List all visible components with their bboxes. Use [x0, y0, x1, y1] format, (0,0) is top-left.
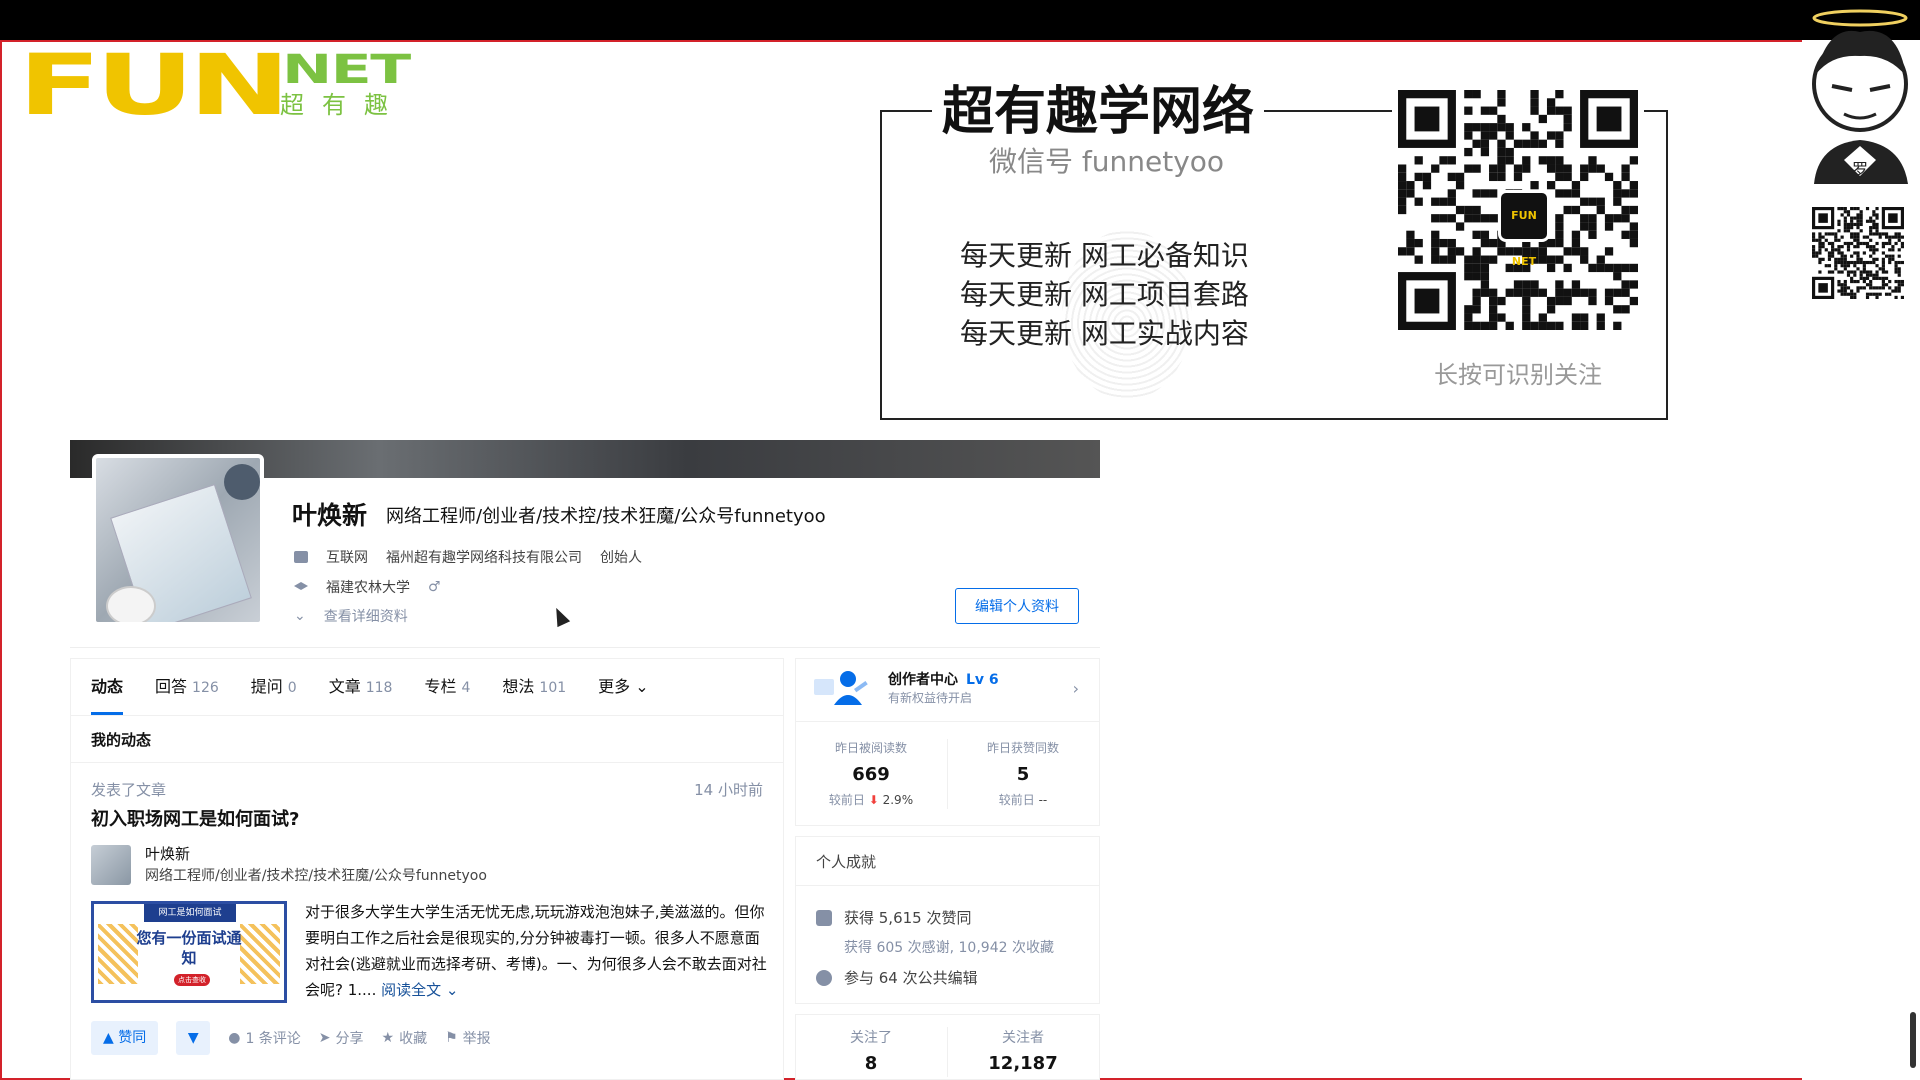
banner-title: 超有趣学网络 — [932, 76, 1265, 148]
author-avatar[interactable] — [91, 845, 131, 885]
section-title: 我的动态 — [91, 731, 152, 749]
reads-value: 669 — [852, 764, 890, 785]
thumb-ribbon: 网工是如何面试 — [144, 904, 236, 922]
banner-hint: 长按可识别关注 — [1434, 361, 1602, 389]
share-icon: ➤ — [318, 1030, 331, 1046]
tab-more[interactable]: 更多 ⌄ — [598, 659, 649, 715]
thumb-headline: 您有一份面试通知 — [136, 929, 242, 967]
logo-fun-text: FUN — [18, 36, 290, 134]
profile-school: 福建农林大学 — [326, 580, 410, 596]
share-button[interactable]: ➤ 分享 — [319, 1028, 364, 1048]
edit-profile-button[interactable]: 编辑个人资料 — [955, 588, 1079, 624]
arrow-down-icon: ⬇ — [868, 793, 879, 807]
chevron-right-icon: › — [1072, 679, 1079, 698]
activity-feed: 动态 回答 126 提问 0 文章 118 专栏 4 想法 101 更多 ⌄ 我的动态 发… — [70, 658, 784, 1080]
wechat-banner: 超有趣学网络 微信号 funnetyoo 每天更新 网工必备知识 每天更新 网工… — [880, 76, 1668, 420]
downvote-button[interactable]: ▼ — [176, 1021, 211, 1055]
top-black-bar — [0, 0, 1920, 40]
profile-company: 福州超有趣学网络科技有限公司 — [386, 550, 582, 566]
tab-questions[interactable]: 提问 0 — [251, 659, 297, 715]
qr-center-logo: FUN NET — [1498, 190, 1550, 268]
graduation-cap-icon — [294, 582, 308, 590]
following-count[interactable]: 关注了 8 — [796, 1027, 946, 1074]
profile-work-row: 互联网 福州超有趣学网络科技有限公司 创始人 — [294, 547, 642, 567]
cartoon-avatar: 罗 — [1808, 4, 1916, 204]
chevron-down-icon: ⌄ — [294, 608, 306, 624]
author-headline: 网络工程师/创业者/技术控/技术狂魔/公众号funnetyoo — [145, 868, 487, 884]
profile-name: 叶焕新 — [292, 501, 368, 530]
read-more-link[interactable]: 阅读全文 ⌄ — [381, 981, 458, 999]
activity-type: 发表了文章 — [91, 781, 167, 799]
comment-icon: ● — [228, 1030, 241, 1046]
small-qr-code-icon — [1812, 206, 1904, 300]
funnet-logo: FUN NET 超有趣 — [18, 36, 428, 134]
banner-line: 每天更新 网工必备知识 — [960, 239, 1249, 272]
thumbs-up-icon — [816, 909, 832, 926]
edit-icon — [816, 969, 832, 986]
profile-headline: 网络工程师/创业者/技术控/技术狂魔/公众号funnetyoo — [386, 506, 826, 527]
upvote-button[interactable]: ▲ 赞同 — [91, 1021, 159, 1055]
briefcase-icon — [294, 551, 308, 563]
red-frame-left — [0, 40, 2, 1080]
tab-activity[interactable]: 动态 — [91, 659, 124, 715]
collect-button[interactable]: ★ 收藏 — [382, 1028, 428, 1048]
avatar-char: 罗 — [1852, 160, 1869, 179]
followers-count[interactable]: 关注者 12,187 — [948, 1027, 1098, 1074]
banner-lines: 每天更新 网工必备知识 每天更新 网工项目套路 每天更新 网工实战内容 — [960, 236, 1249, 353]
creator-title: 创作者中心 Lv 6 — [888, 672, 999, 688]
profile-avatar[interactable] — [92, 454, 264, 626]
profile-industry: 互联网 — [326, 550, 368, 566]
profile-header: 叶焕新 网络工程师/创业者/技术控/技术狂魔/公众号funnetyoo 互联网 … — [70, 454, 1100, 648]
stat-reads: 昨日被阅读数 669 较前日 ⬇ 2.9% — [796, 739, 946, 808]
profile-tabs: 动态 回答 126 提问 0 文章 118 专栏 4 想法 101 更多 ⌄ — [91, 659, 649, 715]
male-icon: ♂ — [428, 579, 441, 595]
logo-net-text: NET — [282, 47, 411, 93]
profile-edu-row: 福建农林大学 ♂ — [294, 577, 441, 597]
banner-line: 每天更新 网工实战内容 — [960, 317, 1249, 350]
tab-columns[interactable]: 专栏 4 — [424, 659, 470, 715]
creator-icon — [814, 671, 868, 705]
stat-likes: 昨日获赞同数 5 较前日 -- — [948, 739, 1098, 808]
chevron-down-icon: ⌄ — [630, 677, 649, 696]
achievements-title: 个人成就 — [816, 853, 877, 871]
achievement-edits: 参与 64 次公共编辑 — [816, 967, 978, 988]
banner-line: 每天更新 网工项目套路 — [960, 278, 1249, 311]
likes-value: 5 — [1016, 764, 1030, 785]
logo-cn-text: 超有趣 — [280, 91, 406, 119]
achievements-card: 个人成就 获得 5,615 次赞同 获得 605 次感谢, 10,942 次收藏… — [795, 836, 1100, 1004]
star-icon: ★ — [381, 1030, 395, 1046]
tab-articles[interactable]: 文章 118 — [329, 659, 393, 715]
follow-card: 关注了 8 关注者 12,187 — [795, 1014, 1100, 1080]
creator-subtitle: 有新权益待开启 — [888, 691, 973, 705]
profile-details-link[interactable]: ⌄ 查看详细资料 — [294, 606, 408, 626]
flag-icon: ⚑ — [445, 1030, 458, 1046]
article-title[interactable]: 初入职场网工是如何面试? — [91, 805, 299, 831]
profile-position: 创始人 — [600, 550, 642, 566]
details-link-label: 查看详细资料 — [323, 609, 408, 625]
article-actions: ▲ 赞同 ▼ ● 1 条评论 ➤ 分享 ★ 收藏 ⚑ 举报 — [91, 1021, 491, 1055]
article-excerpt[interactable]: 对于很多大学生大学生活无忧无虑,玩玩游戏泡泡妹子,美滋滋的。但你要明白工作之后社… — [305, 899, 767, 1003]
report-button[interactable]: ⚑ 举报 — [445, 1028, 491, 1048]
tab-thoughts[interactable]: 想法 101 — [502, 659, 566, 715]
qr-code-icon: FUN NET — [1392, 84, 1644, 336]
article-thumbnail[interactable]: 网工是如何面试 您有一份面试通知 点击查收 — [91, 901, 287, 1003]
achievement-likes: 获得 5,615 次赞同 — [816, 907, 971, 928]
achievement-thanks: 获得 605 次感谢, 10,942 次收藏 — [844, 940, 1054, 956]
tab-answers[interactable]: 回答 126 — [155, 659, 219, 715]
creator-center-card[interactable]: 创作者中心 Lv 6 有新权益待开启 › 昨日被阅读数 669 较前日 ⬇ 2.9… — [795, 658, 1100, 826]
comment-button[interactable]: ● 1 条评论 — [228, 1028, 301, 1048]
activity-time: 14 小时前 — [694, 781, 763, 799]
thumb-tag: 点击查收 — [174, 974, 210, 986]
author-name[interactable]: 叶焕新 — [145, 843, 190, 864]
scrollbar[interactable] — [1910, 1012, 1916, 1068]
banner-wechat-id: 微信号 funnetyoo — [989, 145, 1225, 178]
creator-level: Lv 6 — [966, 672, 999, 688]
